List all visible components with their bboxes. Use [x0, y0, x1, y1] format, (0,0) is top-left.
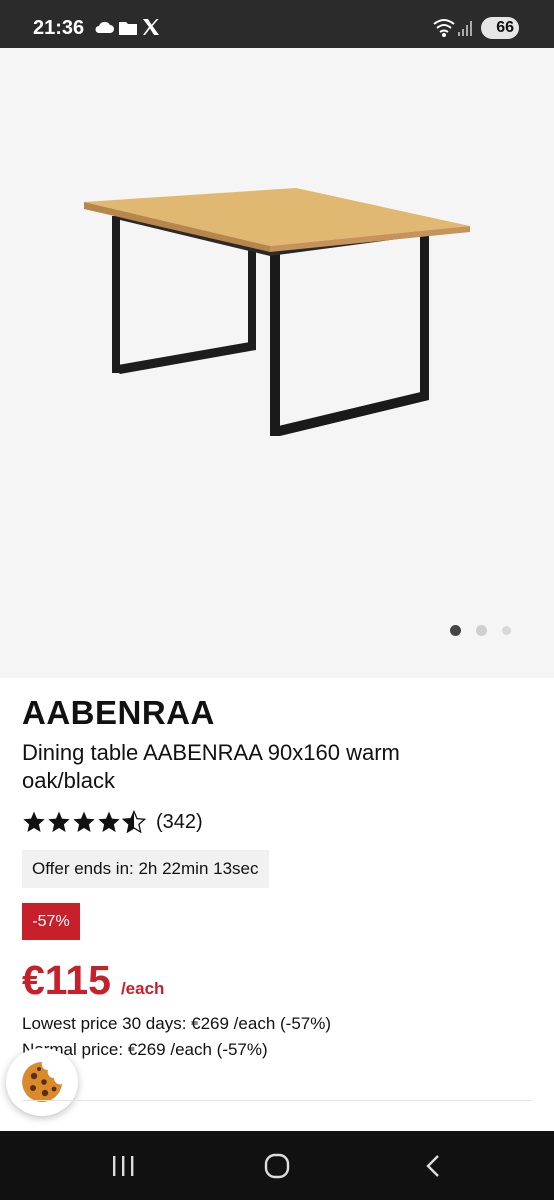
- cookie-settings-button[interactable]: [6, 1048, 78, 1116]
- x-logo-icon: [142, 18, 160, 41]
- lowest-price-30-days: Lowest price 30 days: €269 /each (-57%): [22, 1014, 332, 1033]
- battery-indicator: 66: [481, 17, 519, 39]
- gallery-dot-3[interactable]: [502, 626, 511, 635]
- star-icon: [48, 811, 70, 832]
- status-bar: 21:36 66: [0, 0, 554, 48]
- star-icon: [98, 811, 120, 832]
- system-navigation-bar: [0, 1131, 554, 1200]
- star-icon: [23, 811, 45, 832]
- wifi-icon: [432, 18, 456, 43]
- gallery-dot-1[interactable]: [450, 625, 461, 636]
- half-star-icon: [122, 810, 146, 834]
- discount-badge: -57%: [22, 903, 80, 940]
- recent-apps-button[interactable]: [103, 1149, 143, 1183]
- section-divider: [22, 1100, 532, 1101]
- price-unit: /each: [120, 979, 165, 998]
- price-row: €115 /each: [22, 957, 164, 1004]
- rating-stars: [22, 810, 146, 834]
- product-name: Dining table AABENRAA 90x160 warm oak/bl…: [22, 740, 400, 793]
- status-time: 21:36: [33, 17, 85, 39]
- product-image[interactable]: [80, 188, 480, 448]
- star-icon: [73, 811, 95, 832]
- offer-countdown: Offer ends in: 2h 22min 13sec: [22, 850, 269, 888]
- cookie-icon: [22, 1062, 62, 1102]
- battery-level: 66: [496, 19, 514, 36]
- recent-apps-icon: [113, 1156, 134, 1176]
- product-image-gallery[interactable]: [0, 48, 554, 678]
- signal-icon: [458, 20, 474, 41]
- product-brand: AABENRAA: [22, 694, 215, 731]
- back-icon: [426, 1155, 439, 1177]
- cloud-icon: [94, 20, 114, 39]
- home-button[interactable]: [257, 1149, 297, 1183]
- review-count[interactable]: (342): [156, 811, 203, 834]
- folder-icon: [119, 20, 137, 40]
- home-icon: [264, 1153, 290, 1179]
- gallery-dot-2[interactable]: [476, 625, 487, 636]
- back-button[interactable]: [413, 1149, 453, 1183]
- product-price: €115: [22, 957, 111, 1003]
- product-rating[interactable]: (342): [22, 808, 203, 836]
